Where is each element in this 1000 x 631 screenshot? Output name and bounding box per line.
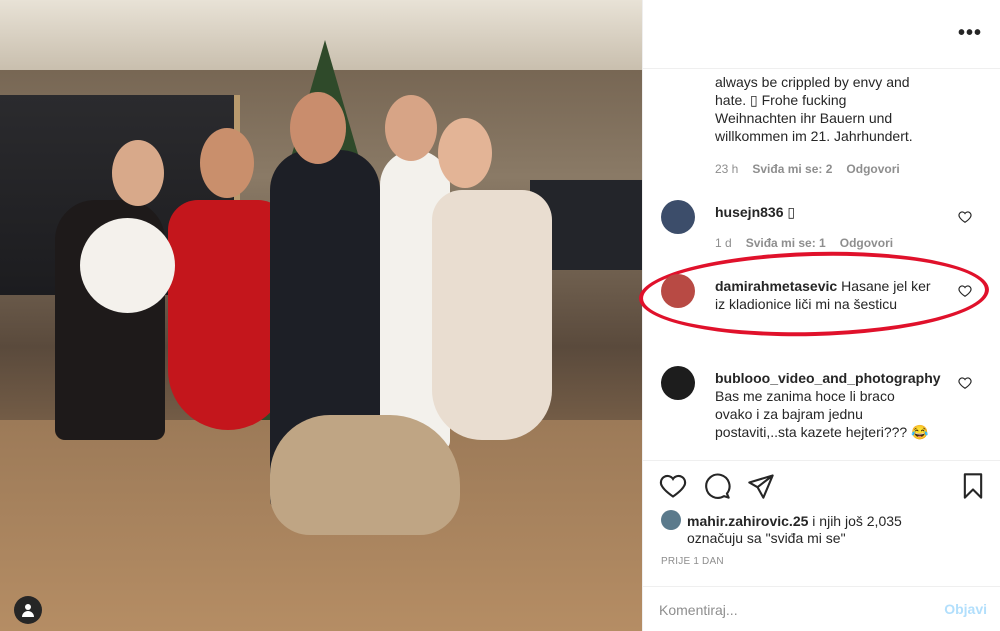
save-bookmark-icon[interactable] — [959, 472, 987, 500]
more-horizontal-icon[interactable]: ••• — [958, 22, 982, 45]
small-white-dog — [80, 218, 175, 313]
person-3-head — [290, 92, 346, 164]
post-button[interactable]: Objavi — [944, 601, 987, 617]
comment-time: 1 d — [715, 236, 732, 250]
heart-icon[interactable] — [958, 284, 972, 298]
likes-username[interactable]: mahir.zahirovic.25 — [687, 513, 808, 529]
comment-icon[interactable] — [703, 472, 731, 500]
dog — [270, 415, 460, 535]
comment-username[interactable]: husejn836 — [715, 204, 783, 220]
actions-divider — [643, 460, 1000, 461]
reply-button[interactable]: Odgovori — [846, 162, 899, 176]
comment-likes[interactable]: Sviđa mi se: 1 — [746, 236, 826, 250]
person-5-head — [438, 118, 492, 188]
tagged-user-icon[interactable] — [14, 596, 42, 624]
avatar[interactable] — [661, 200, 695, 234]
comments-panel: ••• always be crippled by envy and hate.… — [637, 0, 1000, 631]
share-icon[interactable] — [747, 472, 775, 500]
person-5 — [432, 190, 552, 440]
like-icon[interactable] — [659, 472, 687, 500]
person-2-head — [200, 128, 254, 198]
header-divider — [643, 68, 1000, 69]
heart-icon[interactable] — [958, 210, 972, 224]
add-comment-row: Objavi — [643, 586, 1000, 631]
comment-4-text: bublooo_video_and_photography Bas me zan… — [715, 370, 941, 440]
comment-username[interactable]: damirahmetasevic — [715, 278, 837, 294]
comment-likes[interactable]: Sviđa mi se: 2 — [752, 162, 832, 176]
post-actions — [659, 472, 989, 502]
person-4-head — [385, 95, 437, 161]
comment-1-meta: 23 h Sviđa mi se: 2 Odgovori — [715, 162, 900, 176]
comment-3-text: damirahmetasevic Hasane jel ker iz kladi… — [715, 278, 931, 312]
comment-input[interactable] — [659, 599, 919, 621]
comment-2-text: husejn836 ▯ — [715, 204, 796, 220]
comment-username[interactable]: bublooo_video_and_photography — [715, 370, 941, 386]
reply-button[interactable]: Odgovori — [840, 236, 893, 250]
post-date[interactable]: PRIJE 1 DAN — [661, 556, 724, 567]
avatar[interactable] — [661, 274, 695, 308]
post-photo[interactable] — [0, 0, 642, 631]
heart-icon[interactable] — [958, 376, 972, 390]
comment-2-meta: 1 d Sviđa mi se: 1 Odgovori — [715, 236, 893, 250]
comment-1-text: always be crippled by envy and hate. ▯ F… — [715, 74, 913, 144]
likes-summary: mahir.zahirovic.25 i njih još 2,035 — [661, 510, 902, 530]
avatar[interactable] — [661, 366, 695, 400]
likes-summary-line2: označuju sa "sviđa mi se" — [687, 530, 846, 546]
person-1-head — [112, 140, 164, 206]
comment-time: 23 h — [715, 162, 739, 176]
avatar[interactable] — [661, 510, 681, 530]
